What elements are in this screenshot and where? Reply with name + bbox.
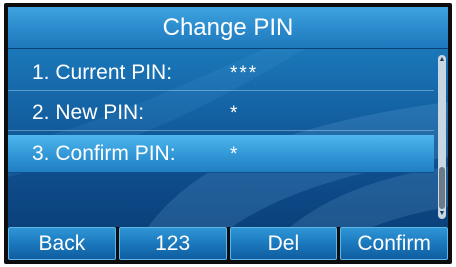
scrollbar[interactable]: ▲ ▼ [438,55,446,219]
screen-title: Change PIN [162,13,294,41]
new-pin-value: * [230,103,240,124]
pin-menu: 1. Current PIN: *** 2. New PIN: * 3. Con… [8,55,434,177]
menu-item-new-pin[interactable]: 2. New PIN: * [8,95,434,131]
input-mode-softkey[interactable]: 123 [118,227,227,260]
current-pin-label: 1. Current PIN: [32,60,173,84]
phone-screen: Change PIN 1. Current PIN: *** 2. New PI… [8,7,448,260]
back-softkey[interactable]: Back [8,227,116,260]
current-pin-value: *** [230,63,259,84]
title-bar: Change PIN [8,7,448,49]
softkey-bar: Back 123 Del Confirm [8,227,448,260]
confirm-pin-label: 3. Confirm PIN: [32,141,176,165]
scroll-down-arrow-icon[interactable]: ▼ [438,210,446,218]
confirm-pin-value: * [230,144,240,165]
scroll-up-arrow-icon[interactable]: ▲ [438,56,446,64]
menu-item-current-pin[interactable]: 1. Current PIN: *** [8,55,434,91]
phone-display-frame: Change PIN 1. Current PIN: *** 2. New PI… [4,3,452,264]
new-pin-label: 2. New PIN: [32,100,145,124]
confirm-softkey[interactable]: Confirm [340,227,448,260]
delete-softkey[interactable]: Del [229,227,338,260]
menu-item-confirm-pin[interactable]: 3. Confirm PIN: * [8,135,434,173]
scroll-thumb[interactable] [439,167,445,209]
